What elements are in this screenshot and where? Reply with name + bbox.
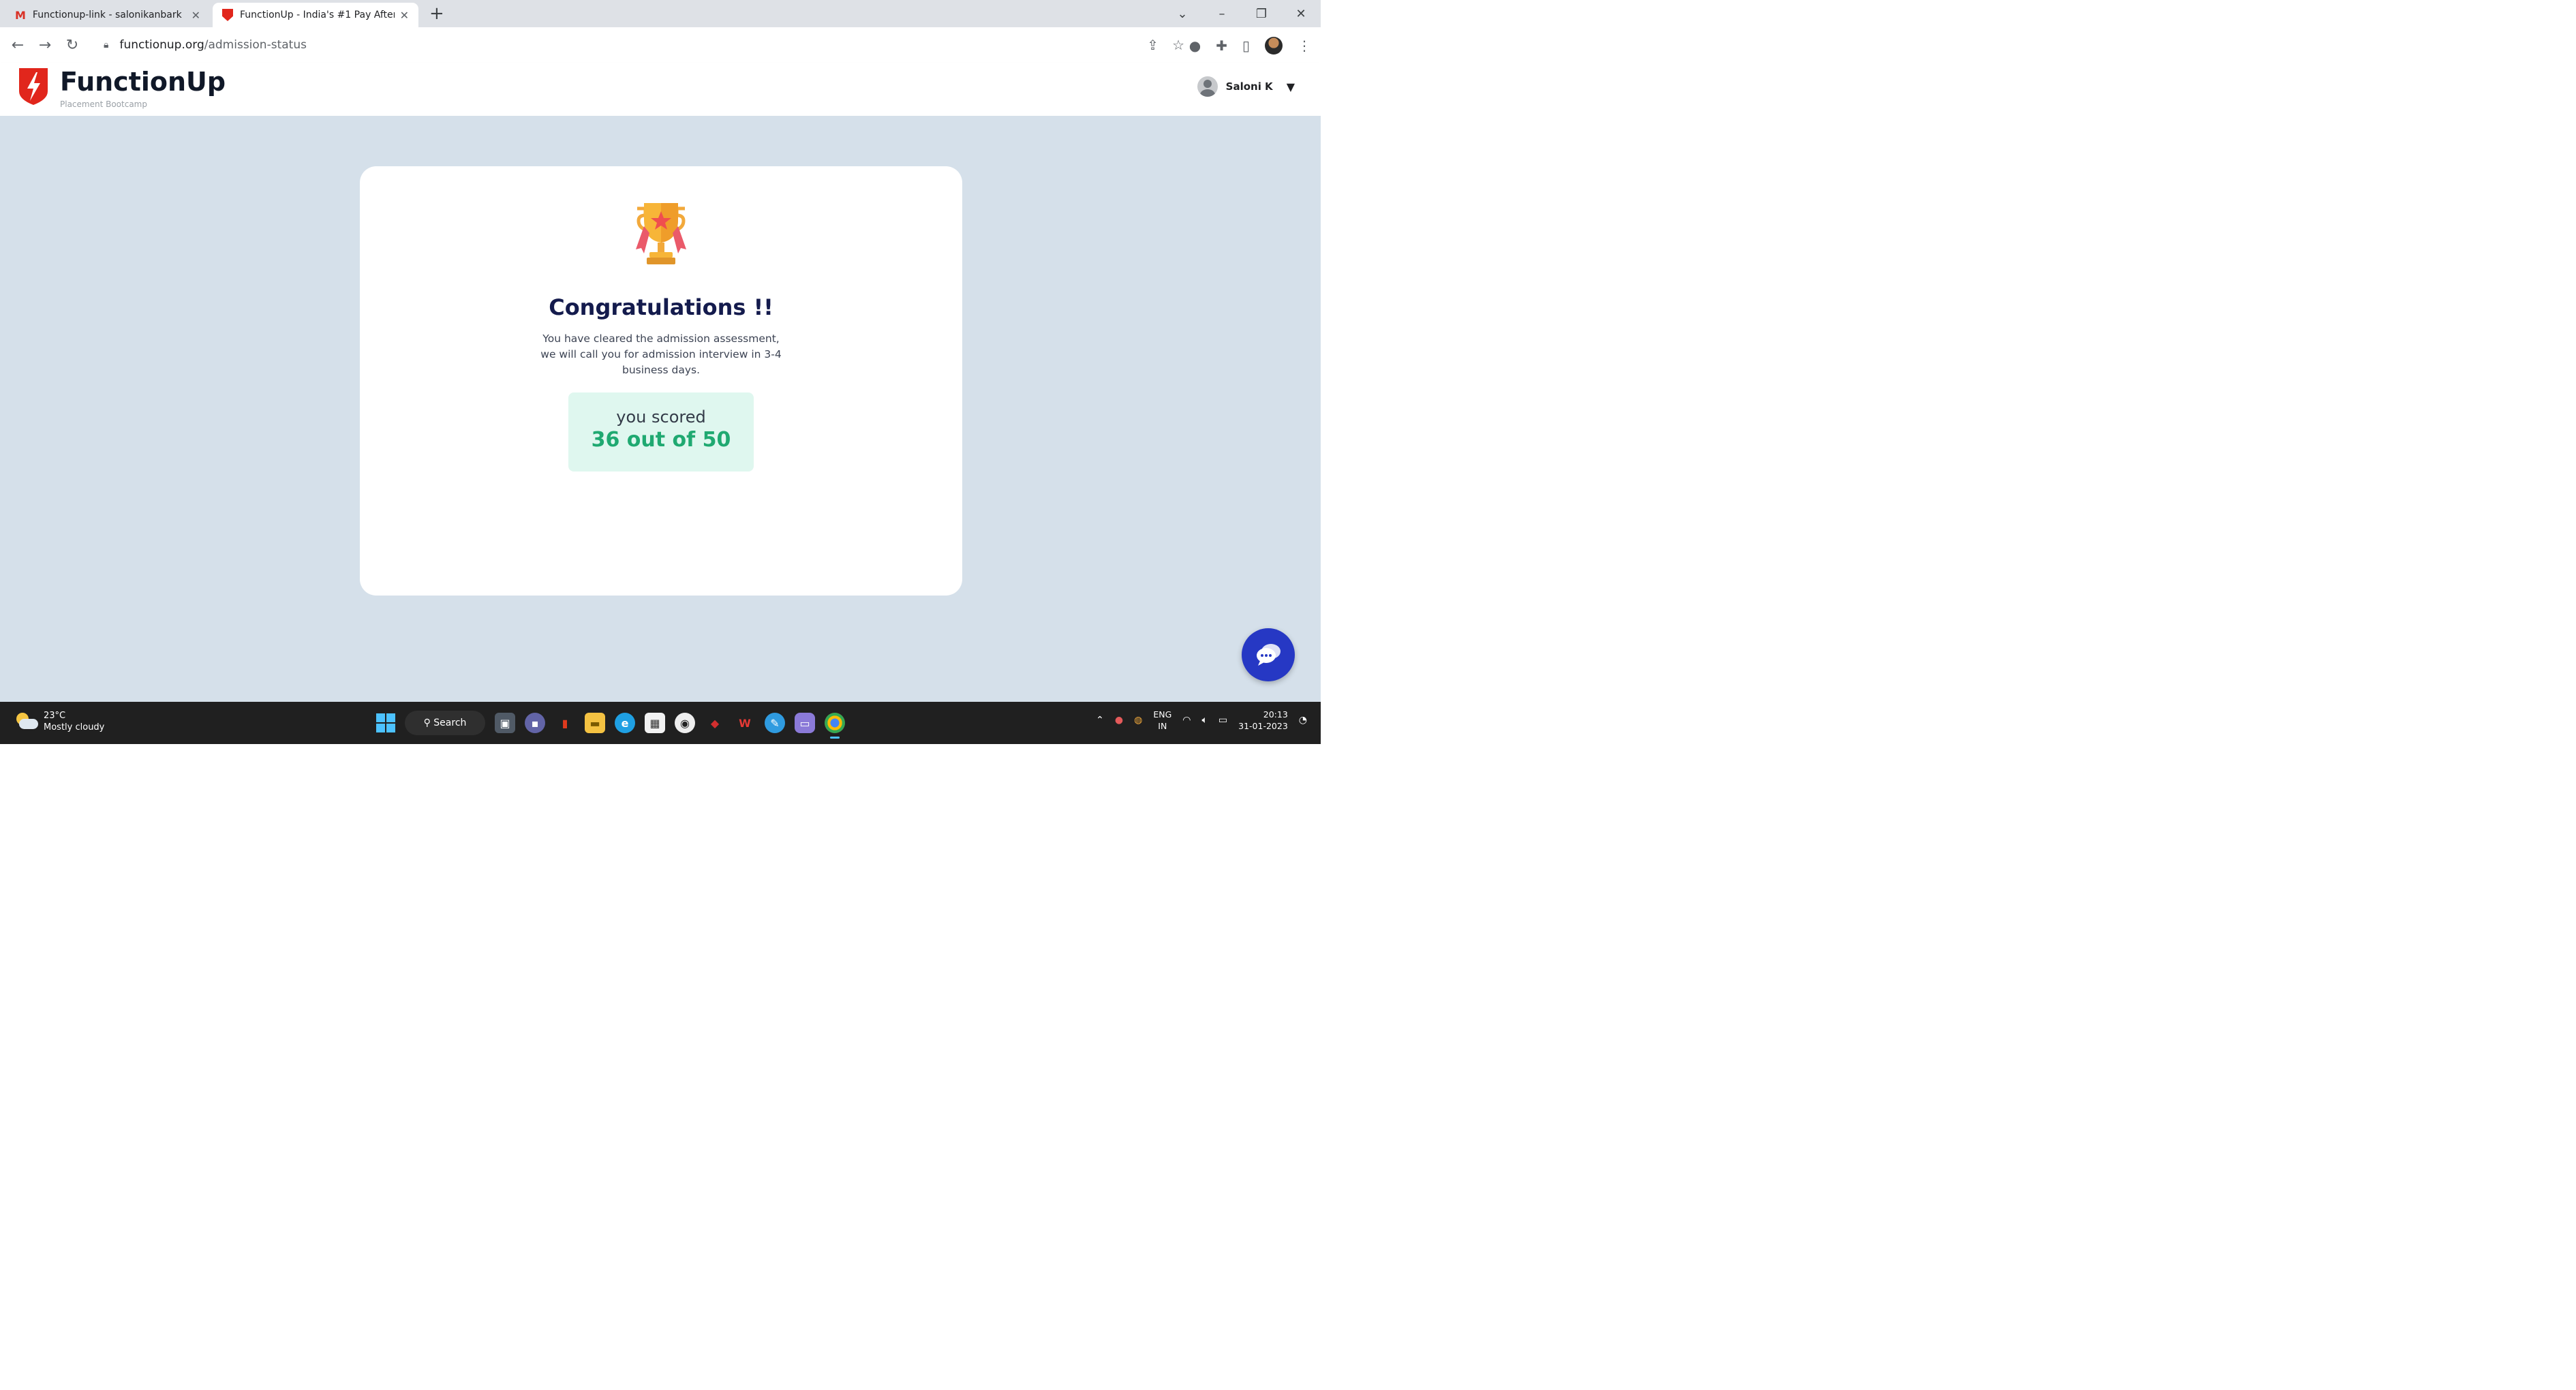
language-indicator[interactable]: ENG IN [1153, 709, 1171, 732]
messenger-app-icon[interactable]: ✎ [765, 713, 785, 733]
avatar [1197, 76, 1218, 97]
window-controls: ⌄ – ❐ ✕ [1163, 0, 1321, 27]
time: 20:13 [1263, 709, 1288, 720]
antivirus-tray-icon[interactable]: ● [1115, 715, 1123, 726]
browser-toolbar: ← → ↻ 🔒︎ functionup.org/admission-status… [0, 27, 1321, 63]
admission-message: You have cleared the admission assessmen… [540, 333, 782, 376]
region-code: IN [1158, 721, 1167, 731]
volume-icon[interactable]: 🔈︎ [1201, 715, 1207, 726]
task-view-icon[interactable]: ▣ [495, 713, 515, 733]
brand-name[interactable]: FunctionUp [60, 67, 226, 97]
tab-search-icon[interactable]: ⌄ [1163, 7, 1202, 21]
gmail-icon: M [15, 8, 26, 22]
score-label: you scored [616, 407, 706, 427]
app-icon[interactable]: ◉ [675, 713, 695, 733]
profile-avatar[interactable] [1265, 37, 1283, 55]
date: 31-01-2023 [1238, 721, 1288, 731]
office-icon[interactable]: ▮ [555, 713, 575, 733]
site-header: FunctionUp Placement Bootcamp Saloni K ▼ [0, 63, 1321, 116]
menu-icon[interactable]: ⋮ [1298, 37, 1311, 54]
minimize-icon[interactable]: – [1202, 7, 1242, 21]
chat-button[interactable] [1242, 628, 1295, 681]
windows-start-icon[interactable] [376, 713, 395, 732]
app-launcher-icon[interactable]: ▭ [795, 713, 815, 733]
close-icon[interactable]: ✕ [400, 9, 409, 22]
restore-icon[interactable]: ❐ [1242, 7, 1281, 21]
brand-tagline: Placement Bootcamp [60, 99, 147, 109]
screenshot: M Functionup-link - salonikanbark ✕ Func… [0, 0, 1321, 744]
notification-icon[interactable]: ◔ [1299, 715, 1307, 726]
tab-title: Functionup-link - salonikanbark [32, 10, 182, 20]
user-name: Saloni K [1225, 80, 1273, 93]
browser-tab-strip: M Functionup-link - salonikanbark ✕ Func… [0, 0, 1321, 27]
teams-chat-icon[interactable]: ▪ [525, 713, 545, 733]
main-content: Congratulations !! You have cleared the … [0, 116, 1321, 702]
tab-title: FunctionUp - India's #1 Pay After [240, 10, 395, 20]
battery-icon[interactable]: ▭ [1218, 715, 1227, 726]
user-menu[interactable]: Saloni K ▼ [1197, 76, 1295, 97]
url-host: functionup.org [119, 38, 204, 52]
share-icon[interactable]: ⇪ [1147, 37, 1159, 53]
taskbar-apps: ⚲ Search ▣ ▪ ▮ ▬ e ▦ ◉ ◆ W ✎ ▭ [376, 708, 845, 739]
forward-icon[interactable]: → [31, 37, 59, 54]
chevron-up-icon[interactable]: ⌃ [1096, 715, 1104, 726]
close-window-icon[interactable]: ✕ [1281, 7, 1321, 21]
weather-icon [15, 713, 38, 730]
address-bar[interactable]: 🔒︎ functionup.org/admission-status ⇪ ☆ [94, 31, 1191, 59]
chevron-down-icon: ▼ [1286, 80, 1295, 93]
tab-functionup[interactable]: FunctionUp - India's #1 Pay After ✕ [213, 3, 418, 27]
windows-taskbar: 23°C Mostly cloudy ⚲ Search ▣ ▪ ▮ ▬ e ▦ … [0, 702, 1321, 744]
onedrive-tray-icon[interactable]: ◍ [1134, 715, 1142, 726]
side-panel-icon[interactable]: ▯ [1242, 37, 1250, 54]
extension-icon[interactable]: ● [1189, 37, 1201, 54]
url-path: /admission-status [204, 38, 307, 52]
system-tray: ⌃ ● ◍ ENG IN ◠ 🔈︎ ▭ 20:13 31-01-2023 ◔ [1096, 709, 1307, 732]
language-code: ENG [1153, 709, 1172, 720]
mcafee-icon[interactable]: ◆ [705, 713, 725, 733]
wps-office-icon[interactable]: W [735, 713, 755, 733]
reload-icon[interactable]: ↻ [59, 37, 86, 54]
tab-gmail[interactable]: M Functionup-link - salonikanbark ✕ [5, 3, 210, 27]
taskbar-search[interactable]: ⚲ Search [405, 711, 485, 735]
lock-icon[interactable]: 🔒︎ [104, 40, 108, 50]
score-box: you scored 36 out of 50 [568, 392, 754, 472]
trophy-icon [636, 203, 686, 264]
puzzle-icon[interactable]: ✚ [1216, 37, 1227, 54]
congratulations-heading: Congratulations !! [549, 294, 773, 320]
score-value: 36 out of 50 [591, 428, 731, 452]
functionup-logo-icon[interactable] [16, 67, 50, 106]
wifi-icon[interactable]: ◠ [1182, 715, 1191, 726]
clock[interactable]: 20:13 31-01-2023 [1238, 709, 1288, 732]
weather-condition: Mostly cloudy [44, 722, 105, 732]
weather-widget[interactable]: 23°C Mostly cloudy [15, 710, 104, 733]
chrome-icon[interactable] [825, 713, 845, 739]
chat-icon [1257, 644, 1281, 666]
store-icon[interactable]: ▦ [645, 713, 665, 733]
search-label: Search [433, 717, 467, 728]
functionup-favicon [222, 9, 233, 21]
star-icon[interactable]: ☆ [1172, 37, 1184, 53]
admission-status-card: Congratulations !! You have cleared the … [360, 166, 962, 596]
new-tab-button[interactable]: + [429, 3, 444, 25]
edge-icon[interactable]: e [615, 713, 635, 733]
back-icon[interactable]: ← [4, 37, 31, 54]
close-icon[interactable]: ✕ [191, 9, 200, 22]
file-explorer-icon[interactable]: ▬ [585, 713, 605, 733]
temperature: 23°C [44, 711, 66, 721]
